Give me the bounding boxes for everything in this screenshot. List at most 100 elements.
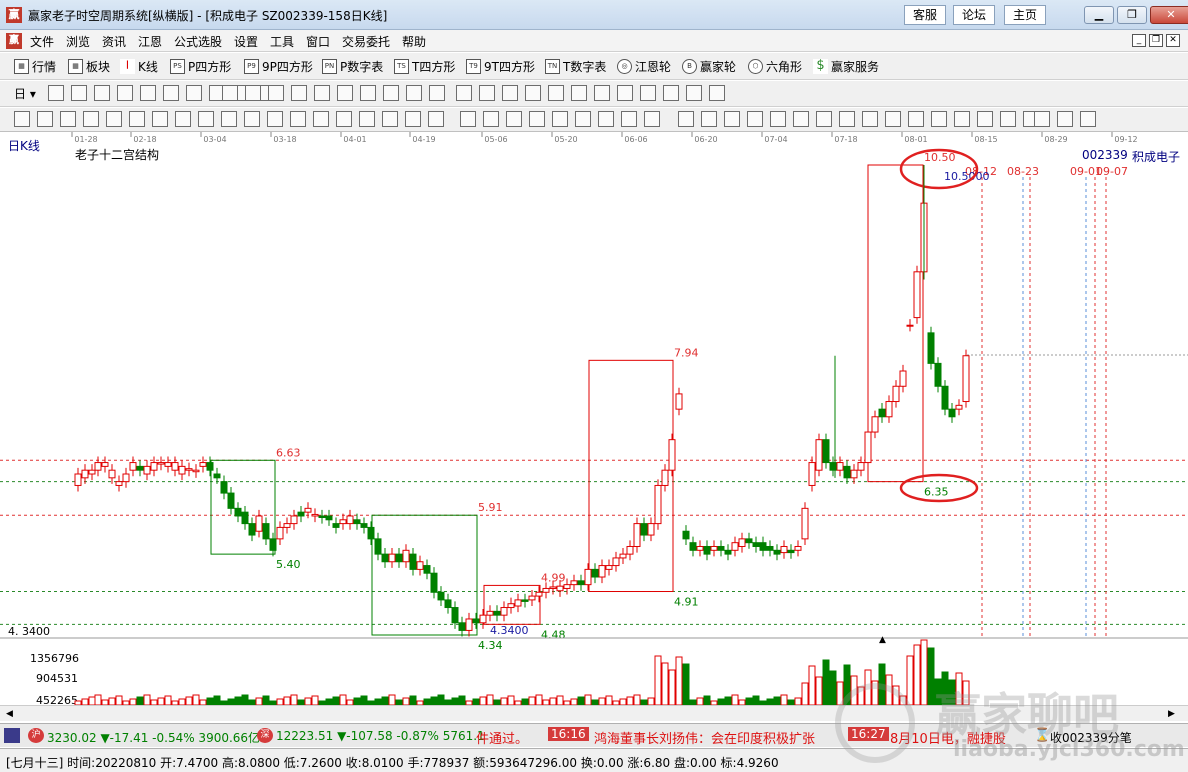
grid-icon[interactable] — [4, 728, 20, 743]
measure-tool-icon-6[interactable] — [793, 111, 809, 127]
draw-tool-icon-8[interactable] — [383, 85, 399, 101]
measure-tool-icon-13[interactable] — [954, 111, 970, 127]
menu-tools[interactable]: 工具 — [270, 33, 294, 50]
maximize-button[interactable]: ❐ — [1117, 6, 1147, 24]
measure-tool-icon-15[interactable] — [1000, 111, 1016, 127]
draw-tool-icon-2[interactable] — [245, 85, 261, 101]
tool-tool-icon-1[interactable] — [456, 85, 472, 101]
draw-tool-icon-6[interactable] — [337, 85, 353, 101]
line-tool-icon-3[interactable] — [60, 111, 76, 127]
line-tool-icon-12[interactable] — [267, 111, 283, 127]
minimize-button[interactable]: ▁ — [1084, 6, 1114, 24]
toolbar-p-number[interactable]: PN P数字表 — [322, 58, 383, 75]
view-tool-icon-3[interactable] — [94, 85, 110, 101]
mdi-close-button[interactable]: ✕ — [1166, 34, 1180, 47]
tool-tool-icon-11[interactable] — [686, 85, 702, 101]
customer-service-button[interactable]: 客服 — [904, 5, 947, 25]
view-tool-icon-5[interactable] — [140, 85, 156, 101]
line-tool-icon-15[interactable] — [336, 111, 352, 127]
view-tool-icon-1[interactable] — [48, 85, 64, 101]
tool-tool-icon-6[interactable] — [571, 85, 587, 101]
line-tool-icon-9[interactable] — [198, 111, 214, 127]
tool-tool-icon-4[interactable] — [525, 85, 541, 101]
measure-tool-icon-1[interactable] — [678, 111, 694, 127]
line-tool-icon-2[interactable] — [37, 111, 53, 127]
view-tool-icon-2[interactable] — [71, 85, 87, 101]
measure-tool-icon-2[interactable] — [701, 111, 717, 127]
fan-tool-icon-7[interactable] — [598, 111, 614, 127]
fan-tool-icon-1[interactable] — [460, 111, 476, 127]
line-tool-icon-19[interactable] — [428, 111, 444, 127]
measure-tool-icon-8[interactable] — [839, 111, 855, 127]
fan-tool-icon-8[interactable] — [621, 111, 637, 127]
toolbar-p-square[interactable]: PS P四方形 — [170, 58, 231, 75]
menu-browse[interactable]: 浏览 — [66, 33, 90, 50]
mdi-minimize-button[interactable]: _ — [1132, 34, 1146, 47]
measure-tool-icon-11[interactable] — [908, 111, 924, 127]
layout-tool-icon-1[interactable] — [1034, 111, 1050, 127]
toolbar-service[interactable]: $ 赢家服务 — [813, 58, 879, 75]
menu-help[interactable]: 帮助 — [402, 33, 426, 50]
line-tool-icon-5[interactable] — [106, 111, 122, 127]
fan-tool-icon-6[interactable] — [575, 111, 591, 127]
fan-tool-icon-2[interactable] — [483, 111, 499, 127]
measure-tool-icon-7[interactable] — [816, 111, 832, 127]
tool-tool-icon-12[interactable] — [709, 85, 725, 101]
toolbar-hexagon[interactable]: ⬡ 六角形 — [748, 58, 802, 75]
line-tool-icon-14[interactable] — [313, 111, 329, 127]
mdi-restore-button[interactable]: ❐ — [1149, 34, 1163, 47]
layout-tool-icon-2[interactable] — [1057, 111, 1073, 127]
kline-chart-panel[interactable]: 01-28 02-18 03-04 03-18 04-01 04-19 05-06 05-20… — [0, 132, 1188, 722]
measure-tool-icon-12[interactable] — [931, 111, 947, 127]
menu-news[interactable]: 资讯 — [102, 33, 126, 50]
menu-trade[interactable]: 交易委托 — [342, 33, 390, 50]
toolbar-9p-square[interactable]: P9 9P四方形 — [244, 58, 313, 75]
measure-tool-icon-3[interactable] — [724, 111, 740, 127]
draw-tool-icon-9[interactable] — [406, 85, 422, 101]
line-tool-icon-18[interactable] — [405, 111, 421, 127]
line-tool-icon-10[interactable] — [221, 111, 237, 127]
measure-tool-icon-14[interactable] — [977, 111, 993, 127]
close-button[interactable]: ✕ — [1150, 6, 1188, 24]
line-tool-icon-13[interactable] — [290, 111, 306, 127]
draw-tool-icon-1[interactable] — [222, 85, 238, 101]
measure-tool-icon-4[interactable] — [747, 111, 763, 127]
view-tool-icon-7[interactable] — [186, 85, 202, 101]
draw-tool-icon-10[interactable] — [429, 85, 445, 101]
measure-tool-icon-10[interactable] — [885, 111, 901, 127]
line-tool-icon-6[interactable] — [129, 111, 145, 127]
tool-tool-icon-9[interactable] — [640, 85, 656, 101]
fan-tool-icon-4[interactable] — [529, 111, 545, 127]
tool-tool-icon-5[interactable] — [548, 85, 564, 101]
line-tool-icon-16[interactable] — [359, 111, 375, 127]
toolbar-gann-wheel[interactable]: ◎ 江恩轮 — [617, 58, 671, 75]
toolbar-sectors[interactable]: ▦ 板块 — [68, 58, 110, 75]
line-tool-icon-4[interactable] — [83, 111, 99, 127]
scroll-left-icon[interactable]: ◀ — [6, 709, 13, 719]
view-tool-icon-6[interactable] — [163, 85, 179, 101]
toolbar-kline[interactable]: ┃ K线 — [120, 58, 158, 75]
period-dropdown[interactable]: 日 ▾ — [14, 85, 36, 102]
draw-tool-icon-4[interactable] — [291, 85, 307, 101]
fan-tool-icon-9[interactable] — [644, 111, 660, 127]
line-tool-icon-1[interactable] — [14, 111, 30, 127]
home-button[interactable]: 主页 — [1004, 5, 1047, 25]
layout-tool-icon-3[interactable] — [1080, 111, 1096, 127]
tool-tool-icon-10[interactable] — [663, 85, 679, 101]
news-item-1[interactable]: 件通过。 — [476, 728, 528, 747]
menu-settings[interactable]: 设置 — [234, 33, 258, 50]
menu-window[interactable]: 窗口 — [306, 33, 330, 50]
measure-tool-icon-5[interactable] — [770, 111, 786, 127]
tool-tool-icon-8[interactable] — [617, 85, 633, 101]
toolbar-winner-wheel[interactable]: B 赢家轮 — [682, 58, 736, 75]
fan-tool-icon-5[interactable] — [552, 111, 568, 127]
draw-tool-icon-3[interactable] — [268, 85, 284, 101]
line-tool-icon-11[interactable] — [244, 111, 260, 127]
line-tool-icon-17[interactable] — [382, 111, 398, 127]
line-tool-icon-8[interactable] — [175, 111, 191, 127]
menu-file[interactable]: 文件 — [30, 33, 54, 50]
tool-tool-icon-3[interactable] — [502, 85, 518, 101]
news-item-2[interactable]: 鸿海董事长刘扬伟：会在印度积极扩张 — [594, 728, 815, 747]
toolbar-quotes[interactable]: ▦ 行情 — [14, 58, 56, 75]
fan-tool-icon-3[interactable] — [506, 111, 522, 127]
